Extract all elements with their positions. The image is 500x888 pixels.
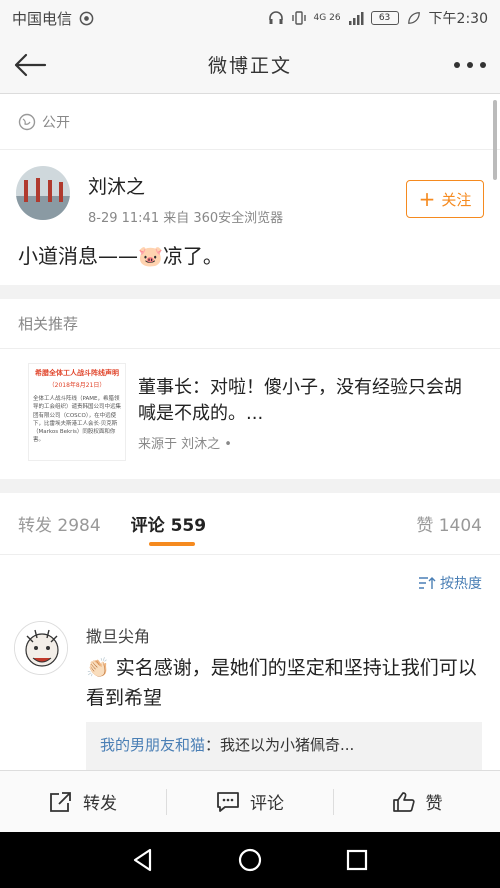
headphones-icon xyxy=(268,10,284,26)
repost-button[interactable]: 转发 xyxy=(0,789,166,814)
system-nav-bar xyxy=(0,832,500,888)
post-meta: 8-29 11:41 来自 360安全浏览器 xyxy=(88,211,284,226)
arrow-left-icon xyxy=(14,53,47,76)
nav-bar: 微博正文 xyxy=(0,36,500,94)
globe-icon xyxy=(18,113,36,130)
signal-icon xyxy=(348,10,364,26)
visibility-row: 公开 xyxy=(0,94,500,150)
related-source: 来源于 刘沐之 • xyxy=(138,437,232,453)
hd-icon xyxy=(78,10,94,26)
reply-username[interactable]: 我的男朋友和猫 xyxy=(100,736,205,754)
commenter-name[interactable]: 撒旦尖角 xyxy=(86,623,482,647)
bottom-action-bar: 转发 评论 赞 xyxy=(0,770,500,832)
related-section: 相关推荐 希腊全体工人战斗阵线声明 （2018年8月21日） 全体工人战斗阵线（… xyxy=(0,299,500,479)
tab-likes[interactable]: 赞 1404 xyxy=(416,511,482,536)
comment-button[interactable]: 评论 xyxy=(167,789,333,814)
related-thumbnail: 希腊全体工人战斗阵线声明 （2018年8月21日） 全体工人战斗阵线（PAME，… xyxy=(28,363,126,461)
counts-tabs: 转发 2984 评论 559 赞 1404 xyxy=(0,493,500,555)
comment-item: 撒旦尖角 👏🏻 实名感谢，是她们的坚定和坚持让我们可以看到希望 我的男朋友和猫：… xyxy=(0,605,500,770)
status-bar: 中国电信 4G 26 63 下午2:30 xyxy=(0,0,500,36)
sort-label: 按热度 xyxy=(440,576,482,592)
sort-icon xyxy=(419,577,436,589)
battery-icon: 63 xyxy=(370,11,399,25)
more-dots-icon xyxy=(454,61,486,68)
thumb-body: 全体工人战斗阵线（PAME，希腊领导的工会组织）谴责韩国公司中远集团有限公司（C… xyxy=(33,396,122,444)
thumb-title: 希腊全体工人战斗阵线声明 xyxy=(35,369,119,377)
square-recents-icon xyxy=(346,849,367,871)
tab-comments-label: 评论 559 xyxy=(130,516,207,536)
comment-icon xyxy=(217,791,239,812)
active-tab-indicator xyxy=(148,542,195,546)
carrier-label: 中国电信 xyxy=(12,9,73,28)
comment-text: 👏🏻 实名感谢，是她们的坚定和坚持让我们可以看到希望 xyxy=(86,657,477,710)
related-title: 相关推荐 xyxy=(0,299,500,349)
tab-comments[interactable]: 评论 559 xyxy=(130,511,207,546)
circle-home-icon xyxy=(238,848,262,872)
reply-text: ：我还以为小猪佩奇... xyxy=(205,735,355,754)
like-button[interactable]: 赞 xyxy=(334,789,500,814)
scrollbar[interactable] xyxy=(493,100,497,180)
follow-label: 关注 xyxy=(441,190,472,209)
system-back-button[interactable] xyxy=(123,840,163,880)
network-label: 4G 26 xyxy=(313,12,341,23)
vibrate-icon xyxy=(291,10,307,26)
post-text: 小道消息——🐷凉了。 xyxy=(18,244,223,268)
clock: 下午2:30 xyxy=(428,11,488,27)
like-label: 赞 xyxy=(425,794,443,814)
sort-button[interactable]: 按热度 xyxy=(0,561,500,605)
thumb-date: （2018年8月21日） xyxy=(48,382,106,389)
section-gap xyxy=(0,479,500,493)
comments-section: 按热度 撒旦尖角 👏🏻 实名感谢，是她们的坚定和坚持让我们可以看到希望 我的男朋… xyxy=(0,555,500,770)
section-gap xyxy=(0,285,500,299)
comment-reply-preview[interactable]: 我的男朋友和猫：我还以为小猪佩奇... xyxy=(86,721,482,770)
triangle-back-icon xyxy=(134,848,152,872)
page-title: 微博正文 xyxy=(207,55,292,77)
more-button[interactable] xyxy=(440,36,500,94)
post-card: 公开 刘沐之 8-29 11:41 来自 360安全浏览器 + 关注 小道消息—… xyxy=(0,94,500,285)
comment-label: 评论 xyxy=(250,794,284,814)
commenter-avatar[interactable] xyxy=(14,621,68,675)
author-avatar[interactable] xyxy=(16,166,70,220)
related-headline: 董事长：对啦！傻小子，没有经验只会胡喊是不成的。... xyxy=(138,377,462,425)
author-name[interactable]: 刘沐之 xyxy=(88,172,406,199)
author-row: 刘沐之 8-29 11:41 来自 360安全浏览器 + 关注 xyxy=(0,150,500,234)
visibility-label: 公开 xyxy=(42,114,70,131)
content-scroll[interactable]: 公开 刘沐之 8-29 11:41 来自 360安全浏览器 + 关注 小道消息—… xyxy=(0,94,500,770)
thumbs-up-icon xyxy=(392,791,415,812)
plus-icon: + xyxy=(418,187,436,211)
leaf-icon xyxy=(406,10,422,26)
system-recents-button[interactable] xyxy=(337,840,377,880)
share-icon xyxy=(50,791,71,812)
system-home-button[interactable] xyxy=(230,840,270,880)
repost-label: 转发 xyxy=(83,794,117,814)
back-button[interactable] xyxy=(0,36,60,94)
tab-reposts[interactable]: 转发 2984 xyxy=(18,511,101,536)
follow-button[interactable]: + 关注 xyxy=(406,180,484,218)
related-item[interactable]: 希腊全体工人战斗阵线声明 （2018年8月21日） 全体工人战斗阵线（PAME，… xyxy=(0,349,500,479)
